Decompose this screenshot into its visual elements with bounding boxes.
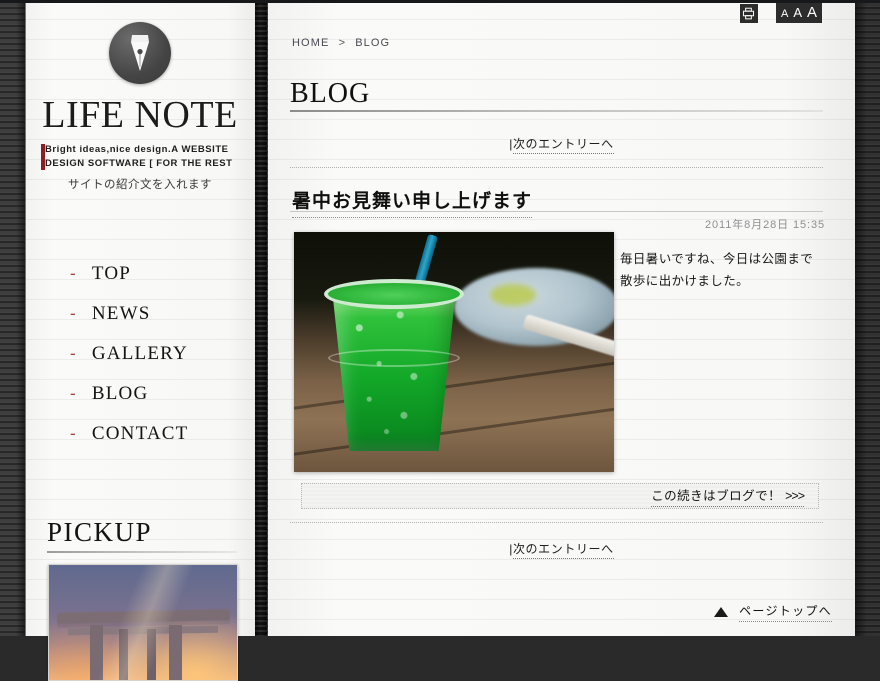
dash-icon: -: [70, 344, 77, 363]
post-body-text: 毎日暑いですね、今日は公園まで散歩に出かけました。: [620, 252, 814, 288]
main-content: A A A HOME > BLOG BLOG |次のエントリーへ 暑中お見舞い申…: [268, 0, 855, 636]
page-title: BLOG: [290, 78, 371, 109]
breadcrumb-separator: >: [338, 37, 347, 49]
sidebar-item-contact[interactable]: - CONTACT: [25, 414, 255, 454]
nib-glyph: [131, 35, 149, 71]
dash-icon: -: [70, 304, 77, 323]
font-size-switcher: A A A: [775, 3, 822, 23]
sidebar-item-label: TOP: [91, 263, 132, 284]
post-title[interactable]: 暑中お見舞い申し上げます: [292, 186, 533, 218]
site-description: サイトの紹介文を入れます: [68, 179, 212, 191]
sidebar-item-gallery[interactable]: - GALLERY: [25, 334, 255, 374]
notebook-spine: [255, 0, 267, 636]
breadcrumb: HOME > BLOG: [292, 37, 390, 49]
soda-bubbles: [332, 289, 456, 451]
main-navigation: - TOP - NEWS - GALLERY - BLOG - CONTACT: [25, 254, 255, 454]
entry-nav-top: |次のエントリーへ: [268, 135, 855, 154]
page-title-rule: [290, 110, 823, 112]
breadcrumb-home[interactable]: HOME: [292, 37, 329, 49]
sidebar-item-label: CONTACT: [91, 423, 189, 444]
sidebar-item-label: GALLERY: [91, 343, 188, 364]
entry-nav-bottom: |次のエントリーへ: [268, 540, 855, 559]
sidebar-item-news[interactable]: - NEWS: [25, 294, 255, 334]
pickup-rule: [47, 551, 237, 553]
tagline-line-2: DESIGN SOFTWARE [ FOR THE REST: [45, 158, 233, 169]
dash-icon: -: [70, 264, 77, 283]
dash-icon: -: [70, 384, 77, 403]
breadcrumb-current: BLOG: [355, 37, 391, 49]
fountain-pen-nib-icon: [109, 22, 171, 84]
sidebar-item-blog[interactable]: - BLOG: [25, 374, 255, 414]
plastic-cup: [324, 233, 464, 451]
triangle-up-icon: [714, 607, 729, 617]
sidebar-item-top[interactable]: - TOP: [25, 254, 255, 294]
sidebar: LIFE NOTE Bright ideas,nice design.A WEB…: [25, 0, 255, 681]
pickup-thumbnail[interactable]: [48, 564, 238, 681]
separator-top: [290, 167, 823, 168]
printer-icon: [743, 7, 755, 19]
sidebar-item-label: BLOG: [91, 383, 149, 404]
next-entry-link-top[interactable]: 次のエントリーへ: [512, 137, 614, 154]
cup-rim: [324, 279, 464, 309]
pickup-heading: PICKUP: [47, 517, 153, 547]
cup-lip-ring: [328, 349, 460, 367]
utility-toolbar: A A A: [739, 3, 822, 23]
post-image[interactable]: [294, 232, 614, 472]
plate-food-spot: [490, 284, 536, 306]
site-logo[interactable]: [25, 0, 255, 89]
sunset-ray: [49, 565, 237, 680]
page-top-label: ページトップへ: [739, 602, 832, 622]
page-top-link[interactable]: ページトップへ: [714, 602, 832, 622]
read-more-label: この続きはブログで！: [651, 489, 782, 503]
font-size-large-button[interactable]: A: [807, 4, 817, 21]
site-tagline: Bright ideas,nice design.A WEBSITE DESIG…: [41, 143, 241, 171]
post-date: 2011年8月28日 15:35: [705, 219, 825, 231]
read-more-link[interactable]: この続きはブログで！ >>>: [651, 485, 805, 507]
read-more-bar[interactable]: この続きはブログで！ >>>: [301, 483, 819, 509]
top-edge-line: [0, 0, 880, 3]
print-button[interactable]: [739, 3, 758, 23]
font-size-small-button[interactable]: A: [781, 8, 788, 20]
separator-bottom: [290, 522, 823, 523]
font-size-medium-button[interactable]: A: [793, 5, 802, 20]
post-title-rule: [290, 211, 823, 212]
next-entry-link-bottom[interactable]: 次のエントリーへ: [512, 542, 614, 559]
sidebar-item-label: NEWS: [91, 303, 151, 324]
dash-icon: -: [70, 424, 77, 443]
tagline-line-1: Bright ideas,nice design.A WEBSITE: [45, 144, 229, 155]
brand-name: LIFE NOTE: [42, 94, 238, 136]
read-more-arrows: >>>: [785, 489, 805, 503]
